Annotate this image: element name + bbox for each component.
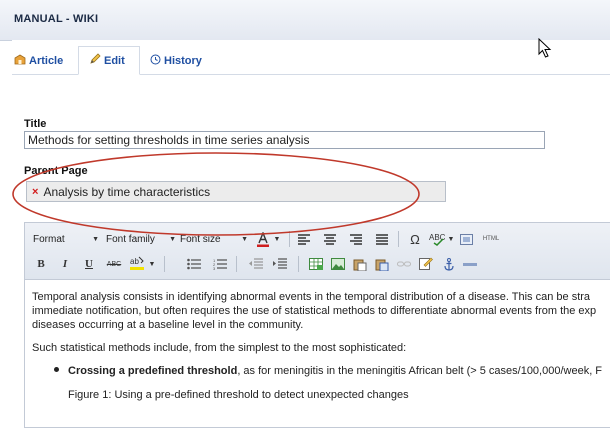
numbered-list-icon: 123 [213,258,227,270]
chevron-down-icon: ▼ [447,235,455,243]
bullet-list-icon [187,258,201,270]
paragraph-line: diseases occurring at a baseline level i… [32,319,304,331]
media-button[interactable] [458,231,474,247]
tab-history-label: History [164,55,202,67]
tab-edit[interactable]: Edit [78,46,140,75]
mouse-cursor-icon [538,38,552,58]
numbered-list-button[interactable]: 123 [212,256,228,272]
anchor-button[interactable] [442,256,456,272]
figure-caption: Figure 1: Using a pre-defined threshold … [68,389,409,401]
highlight-ellipse [12,152,420,236]
paragraph-line: Temporal analysis consists in identifyin… [32,291,591,303]
unlink-button[interactable] [396,256,412,272]
tab-article[interactable]: Article [14,48,63,74]
title-label: Title [24,118,47,130]
media-icon [459,233,473,245]
app-title: MANUAL - WIKI [14,13,99,25]
horizontal-rule-button[interactable] [462,256,478,272]
html-source-button[interactable]: HTML [478,231,504,247]
unlink-icon [397,261,411,267]
highlight-color-button[interactable]: ab [128,255,146,271]
title-input[interactable] [24,131,545,149]
html-source-label: HTML [482,236,500,242]
paragraph-line: immediate notification, but often requir… [32,305,597,317]
history-icon [150,54,161,68]
highlight-color-menu-button[interactable]: ▼ [147,256,157,272]
tab-history[interactable]: History [150,48,202,74]
chevron-down-icon: ▼ [148,260,156,268]
underline-icon: U [85,258,93,270]
bullet-point [54,367,59,372]
anchor-icon [444,257,454,271]
spellcheck-icon: ABC [429,233,445,246]
bullet-item-text: , as for meningitis in the meningitis Af… [237,365,603,377]
edit-button[interactable] [418,255,434,271]
edit-icon [419,257,433,270]
article-icon [14,54,26,68]
highlight-color-icon: ab [130,256,144,270]
spellcheck-menu-button[interactable]: ▼ [446,231,456,247]
indent-button[interactable] [272,256,288,272]
horizontal-rule-icon [463,263,477,266]
toolbar-divider [298,256,299,272]
paste-word-icon [375,259,389,271]
bold-button[interactable]: B [34,256,48,272]
svg-text:3: 3 [213,266,216,270]
insert-image-button[interactable] [330,256,346,272]
toolbar-divider [164,256,165,272]
strikethrough-button[interactable]: ABC [104,256,124,272]
strikethrough-icon: ABC [106,260,122,268]
table-icon [309,258,323,270]
outdent-icon [249,258,263,269]
svg-text:ab: ab [130,257,139,266]
bullet-item: Crossing a predefined threshold, as for … [68,364,602,379]
insert-table-button[interactable] [308,256,324,272]
svg-text:ABC: ABC [429,233,445,242]
bullet-item-bold: Crossing a predefined threshold [68,365,238,377]
paragraph-line: Such statistical methods include, from t… [32,342,407,354]
bold-icon: B [37,258,45,270]
indent-icon [273,258,287,269]
italic-icon: I [62,258,68,270]
underline-button[interactable]: U [82,256,96,272]
outdent-button[interactable] [248,256,264,272]
paste-icon [353,259,367,271]
paste-word-button[interactable] [374,256,390,272]
spellcheck-button[interactable]: ABC [428,231,446,247]
bullet-list-button[interactable] [186,256,202,272]
tab-article-label: Article [29,55,64,67]
pencil-icon [89,53,101,68]
toolbar-divider [236,256,237,272]
image-icon [331,258,345,270]
tab-edit-label: Edit [104,54,125,67]
paste-button[interactable] [352,256,368,272]
italic-button[interactable]: I [58,256,72,272]
